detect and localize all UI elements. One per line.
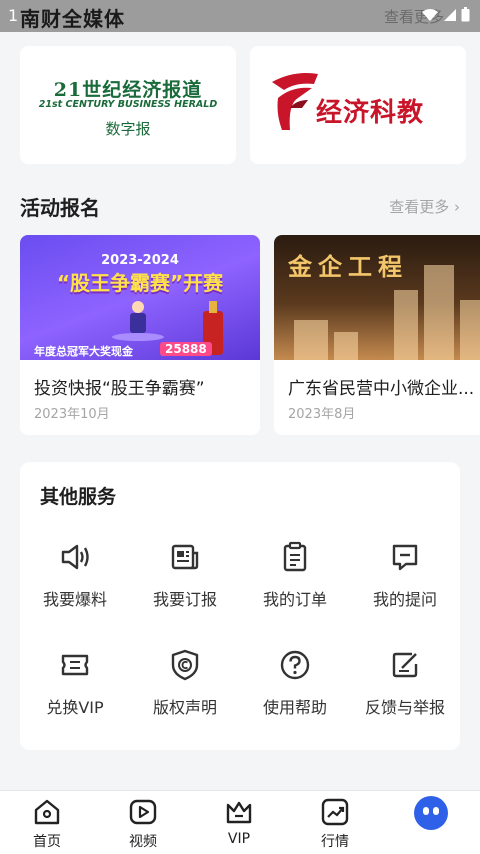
service-item-orders[interactable]: 我的订单 xyxy=(240,540,350,610)
trophy-figure-icon xyxy=(112,301,164,341)
service-item-help[interactable]: 使用帮助 xyxy=(240,648,350,718)
service-item-report[interactable]: 我要爆料 xyxy=(20,540,130,610)
building-shape xyxy=(460,300,480,360)
activity-date: 2023年8月 xyxy=(288,407,356,422)
nav-item-video[interactable]: 视频 xyxy=(108,797,178,851)
service-label: 使用帮助 xyxy=(262,698,327,717)
service-label: 我的订单 xyxy=(262,590,327,609)
activity-banner-image: 金企工程 xyxy=(274,235,480,360)
gdtv-logo-icon xyxy=(272,73,318,130)
nav-item-vip[interactable]: VIP xyxy=(204,797,274,847)
wifi-icon xyxy=(422,8,438,21)
building-shape xyxy=(294,320,328,360)
nav-label: VIP xyxy=(227,831,251,847)
banner-prize-amount: 25888 xyxy=(160,342,212,356)
service-item-redeem-vip[interactable]: 兑换VIP xyxy=(20,648,130,718)
status-icons xyxy=(421,7,470,22)
nav-label: 视频 xyxy=(129,834,157,850)
activities-see-more-link[interactable]: 查看更多 › xyxy=(389,196,460,217)
ticket-icon xyxy=(61,654,89,676)
building-shape xyxy=(334,332,358,360)
chevron-right-icon: › xyxy=(454,198,460,216)
service-label: 反馈与举报 xyxy=(364,698,445,717)
nav-item-home[interactable]: 首页 xyxy=(12,797,82,851)
newspaper-icon xyxy=(171,544,199,570)
assistant-float-button[interactable] xyxy=(414,796,448,830)
edit-icon xyxy=(392,652,418,678)
message-icon xyxy=(392,544,418,571)
play-icon xyxy=(129,799,157,825)
crown-icon xyxy=(226,801,252,824)
banner-year: 2023-2024 xyxy=(101,253,179,268)
activity-card-sme-program[interactable]: 金企工程 广东省民营中小微企业... 2023年8月 xyxy=(274,235,480,435)
activity-banner-image: 2023-2024 “股王争霸赛”开赛 年度总冠军大奖现金 25888 xyxy=(20,235,260,360)
nav-label: 首页 xyxy=(33,834,61,850)
paper-subtitle: 数字报 xyxy=(105,120,151,138)
service-item-questions[interactable]: 我的提问 xyxy=(350,540,460,610)
services-title: 其他服务 xyxy=(40,486,117,508)
other-services-panel: 其他服务 我要爆料 我要订报 我的订单 我的提问 兑换VIP 版权声明 使用帮助… xyxy=(20,462,460,750)
economy-education-title: 经济科教 xyxy=(316,98,425,128)
activity-card-stock-contest[interactable]: 2023-2024 “股王争霸赛”开赛 年度总冠军大奖现金 25888 投资快报… xyxy=(20,235,260,435)
digital-paper-card[interactable]: 21世纪经济报道 21st CENTURY BUSINESS HERALD 数字… xyxy=(20,46,236,164)
signal-icon xyxy=(444,8,456,21)
status-time: 1 xyxy=(8,6,19,25)
battery-icon xyxy=(461,7,470,22)
assistant-eye-left xyxy=(423,807,429,815)
paper-english-name: 21st CENTURY BUSINESS HERALD xyxy=(38,99,218,110)
paper-name: 21世纪经济报道 xyxy=(53,79,203,101)
banner-prize-text: 年度总冠军大奖现金 xyxy=(34,345,133,358)
clipboard-icon xyxy=(283,541,307,572)
copyright-shield-icon xyxy=(171,649,199,681)
service-label: 我要订报 xyxy=(152,590,217,609)
service-item-subscribe[interactable]: 我要订报 xyxy=(130,540,240,610)
help-icon xyxy=(280,650,310,680)
service-item-copyright[interactable]: 版权声明 xyxy=(130,648,240,718)
chart-icon xyxy=(321,798,349,826)
speaker-icon xyxy=(61,544,89,570)
status-bar: 1 南财全媒体 查看更多 xyxy=(0,0,480,32)
service-label: 版权声明 xyxy=(152,698,217,717)
nav-label: 行情 xyxy=(321,834,349,850)
banner-headline: “股王争霸赛”开赛 xyxy=(56,271,224,295)
app-title: 南财全媒体 xyxy=(20,7,125,31)
service-label: 我要爆料 xyxy=(42,590,107,609)
service-label: 我的提问 xyxy=(372,590,437,609)
activity-date: 2023年10月 xyxy=(34,407,110,422)
activity-title: 广东省民营中小微企业... xyxy=(288,379,475,399)
economy-education-card[interactable]: 经济科教 xyxy=(250,46,466,164)
home-icon xyxy=(34,799,60,825)
banner-headline: 金企工程 xyxy=(288,252,408,281)
activities-title: 活动报名 xyxy=(20,196,100,220)
bottom-nav: 首页 视频 VIP 行情 xyxy=(0,790,480,854)
building-shape xyxy=(424,265,454,360)
activity-title: 投资快报“股王争霸赛” xyxy=(34,379,205,399)
nav-item-market[interactable]: 行情 xyxy=(300,797,370,851)
assistant-eye-right xyxy=(433,807,439,815)
service-item-feedback[interactable]: 反馈与举报 xyxy=(350,648,460,718)
service-label: 兑换VIP xyxy=(46,698,104,717)
building-shape xyxy=(394,290,418,360)
see-more-label: 查看更多 xyxy=(389,198,450,216)
